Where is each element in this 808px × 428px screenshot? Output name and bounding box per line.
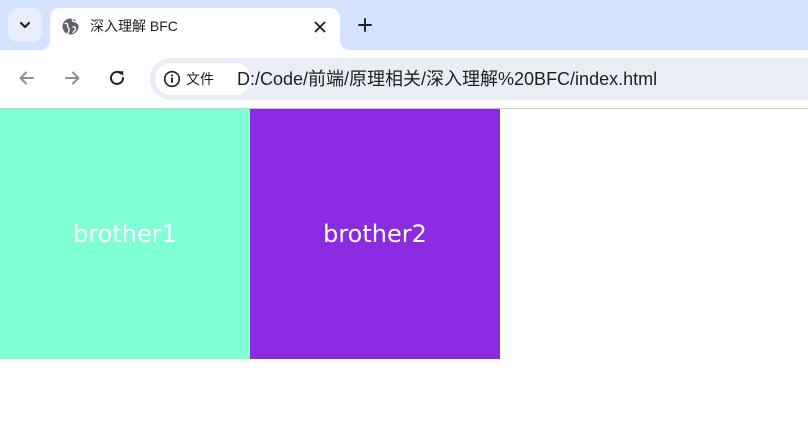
tab-search-button[interactable] bbox=[8, 8, 42, 42]
globe-icon bbox=[62, 18, 79, 35]
tab-title: 深入理解 BFC bbox=[90, 18, 178, 34]
site-info-label: 文件 bbox=[186, 71, 214, 87]
plus-icon bbox=[358, 18, 372, 32]
page-viewport: brother1 brother2 bbox=[0, 109, 808, 428]
back-button[interactable] bbox=[14, 65, 40, 91]
active-tab[interactable]: 深入理解 BFC bbox=[50, 8, 340, 50]
address-bar[interactable]: 文件 D:/Code/前端/原理相关/深入理解%20BFC/index.html bbox=[150, 58, 808, 100]
brother2-box: brother2 bbox=[250, 109, 500, 359]
reload-button[interactable] bbox=[104, 65, 130, 91]
reload-icon bbox=[110, 70, 124, 85]
forward-button[interactable] bbox=[59, 65, 85, 91]
browser-toolbar: 文件 D:/Code/前端/原理相关/深入理解%20BFC/index.html bbox=[0, 50, 808, 108]
tab-strip: 深入理解 BFC bbox=[0, 0, 808, 50]
arrow-left-icon bbox=[19, 71, 34, 85]
brother1-label: brother1 bbox=[73, 220, 177, 248]
url-text[interactable]: D:/Code/前端/原理相关/深入理解%20BFC/index.html bbox=[237, 69, 657, 89]
info-icon bbox=[163, 70, 181, 88]
close-icon bbox=[314, 21, 326, 33]
tab-close-button[interactable] bbox=[310, 17, 330, 37]
new-tab-button[interactable] bbox=[352, 12, 378, 38]
arrow-right-icon bbox=[65, 71, 80, 85]
chevron-down-icon bbox=[19, 21, 31, 29]
brother1-box: brother1 bbox=[0, 109, 250, 359]
brother2-label: brother2 bbox=[323, 220, 427, 248]
